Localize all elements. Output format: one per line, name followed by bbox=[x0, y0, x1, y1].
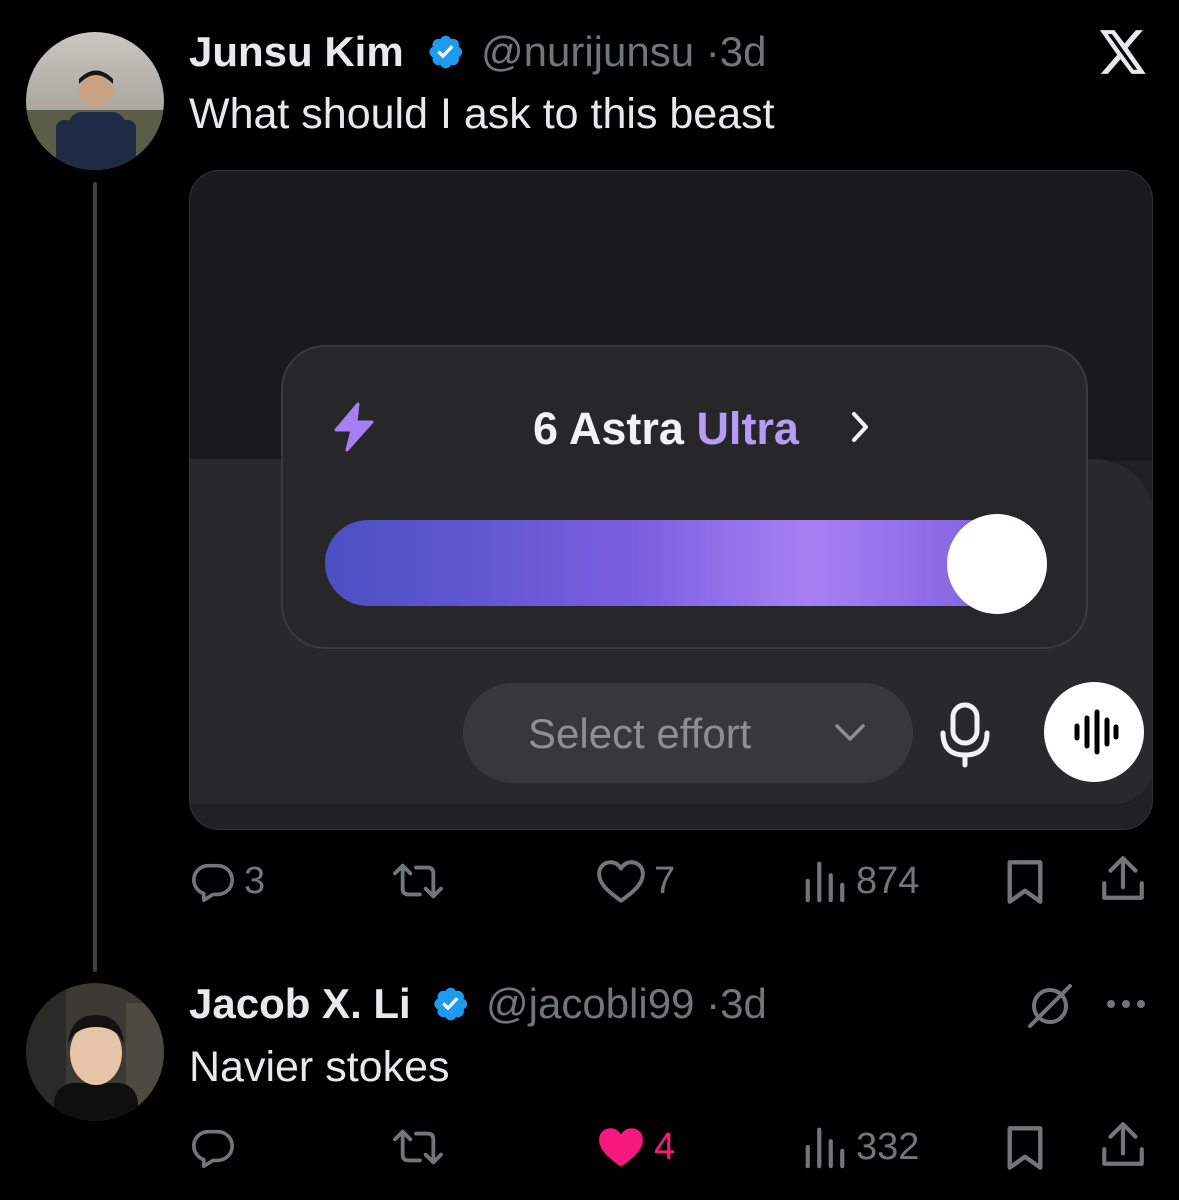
author-handle[interactable]: @jacobli99 ·3d bbox=[486, 980, 767, 1028]
share-icon[interactable] bbox=[1100, 854, 1146, 909]
microphone-icon[interactable] bbox=[935, 697, 995, 769]
like-count: 4 bbox=[654, 1125, 676, 1168]
verified-badge-icon[interactable] bbox=[430, 984, 470, 1029]
share-icon[interactable] bbox=[1100, 1120, 1146, 1175]
author-name[interactable]: Junsu Kim bbox=[189, 28, 404, 76]
repost-icon bbox=[393, 1129, 443, 1165]
views-count: 332 bbox=[856, 1125, 920, 1168]
chevron-right-icon[interactable] bbox=[850, 410, 872, 449]
effort-slider-knob[interactable] bbox=[947, 514, 1047, 614]
model-number: 6 Astra bbox=[533, 403, 684, 454]
like-button[interactable]: 4 bbox=[596, 1124, 675, 1170]
heart-icon bbox=[597, 860, 645, 903]
bookmark-icon[interactable] bbox=[1002, 858, 1048, 911]
model-tier: Ultra bbox=[696, 403, 799, 454]
reply-count: 3 bbox=[244, 859, 266, 902]
waveform-icon bbox=[1074, 709, 1119, 755]
views-icon bbox=[805, 1127, 845, 1169]
more-icon[interactable] bbox=[1104, 992, 1148, 1021]
heart-icon bbox=[599, 1128, 643, 1167]
reply-button[interactable] bbox=[190, 1124, 244, 1170]
views-count: 874 bbox=[856, 859, 920, 902]
post-text: What should I ask to this beast bbox=[189, 90, 775, 138]
avatar[interactable] bbox=[26, 983, 164, 1121]
model-name[interactable]: 6 Astra Ultra bbox=[533, 403, 799, 455]
avatar[interactable] bbox=[26, 32, 164, 170]
views-button[interactable]: 332 bbox=[802, 1124, 919, 1170]
bookmark-icon[interactable] bbox=[1002, 1124, 1048, 1177]
reply-text: Navier stokes bbox=[189, 1043, 450, 1091]
author-handle[interactable]: @nurijunsu ·3d bbox=[481, 28, 766, 76]
reply-button[interactable]: 3 bbox=[190, 858, 265, 904]
chevron-down-icon bbox=[834, 722, 866, 749]
repost-icon bbox=[393, 863, 443, 899]
voice-mode-button[interactable] bbox=[1044, 682, 1144, 782]
views-icon bbox=[805, 861, 845, 903]
select-effort-label: Select effort bbox=[528, 710, 752, 757]
lightning-icon bbox=[331, 402, 377, 457]
grok-icon[interactable] bbox=[1024, 980, 1076, 1035]
like-count: 7 bbox=[654, 859, 676, 902]
effort-slider-track[interactable] bbox=[325, 520, 1015, 606]
reply-icon bbox=[192, 863, 234, 902]
verified-badge-icon[interactable] bbox=[425, 32, 465, 77]
x-logo-icon[interactable] bbox=[1098, 28, 1148, 81]
thread-line bbox=[93, 182, 97, 972]
like-button[interactable]: 7 bbox=[596, 858, 675, 904]
repost-button[interactable] bbox=[390, 858, 446, 904]
reply-icon bbox=[192, 1129, 234, 1168]
author-name[interactable]: Jacob X. Li bbox=[189, 980, 411, 1028]
views-button[interactable]: 874 bbox=[802, 858, 919, 904]
repost-button[interactable] bbox=[390, 1124, 446, 1170]
